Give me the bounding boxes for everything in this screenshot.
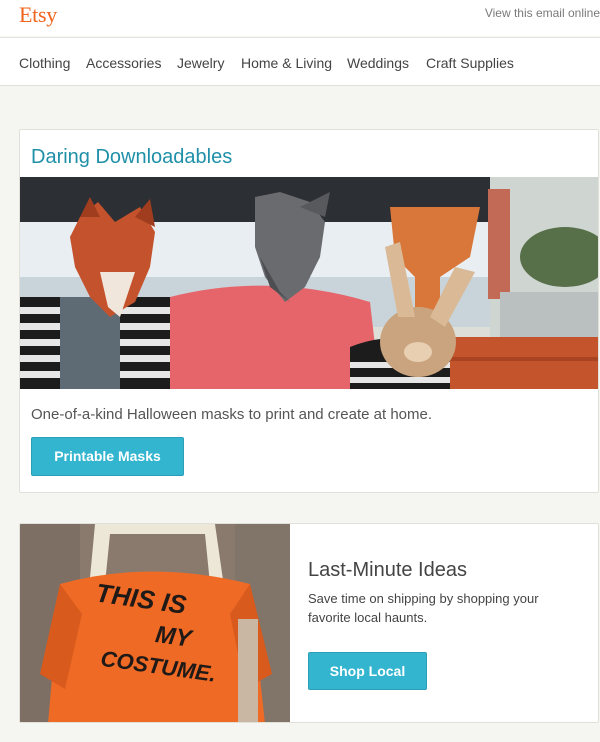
etsy-logo[interactable]: Etsy	[19, 2, 57, 28]
feature-title[interactable]: Daring Downloadables	[31, 146, 232, 169]
promo-title[interactable]: Last-Minute Ideas	[308, 559, 467, 582]
masks-photo	[20, 177, 598, 389]
costume-tshirt-image[interactable]: THIS IS MY COSTUME.	[20, 524, 290, 722]
costume-photo: THIS IS MY COSTUME.	[20, 524, 290, 722]
feature-card: Daring Downloadables One-of-a-kind Hallo…	[19, 129, 599, 493]
masks-hero-image[interactable]	[20, 177, 598, 389]
view-online-link[interactable]: View this email online	[485, 6, 600, 20]
feature-description: One-of-a-kind Halloween masks to print a…	[31, 406, 433, 423]
nav-item-craft-supplies[interactable]: Craft Supplies	[426, 55, 514, 71]
shirt-text-line-2: MY	[154, 621, 195, 653]
email-header: Etsy View this email online	[0, 0, 600, 36]
promo-description: Save time on shipping by shopping your f…	[308, 591, 539, 625]
nav-item-weddings[interactable]: Weddings	[347, 55, 409, 71]
printable-masks-button[interactable]: Printable Masks	[31, 437, 184, 476]
nav-item-jewelry[interactable]: Jewelry	[177, 55, 224, 71]
nav-item-accessories[interactable]: Accessories	[86, 55, 161, 71]
category-nav: Clothing Accessories Jewelry Home & Livi…	[0, 37, 600, 86]
promo-card: THIS IS MY COSTUME. Last-Minute Ideas Sa…	[19, 523, 599, 723]
nav-item-home-living[interactable]: Home & Living	[241, 55, 332, 71]
nav-item-clothing[interactable]: Clothing	[19, 55, 70, 71]
shop-local-button[interactable]: Shop Local	[308, 652, 427, 690]
